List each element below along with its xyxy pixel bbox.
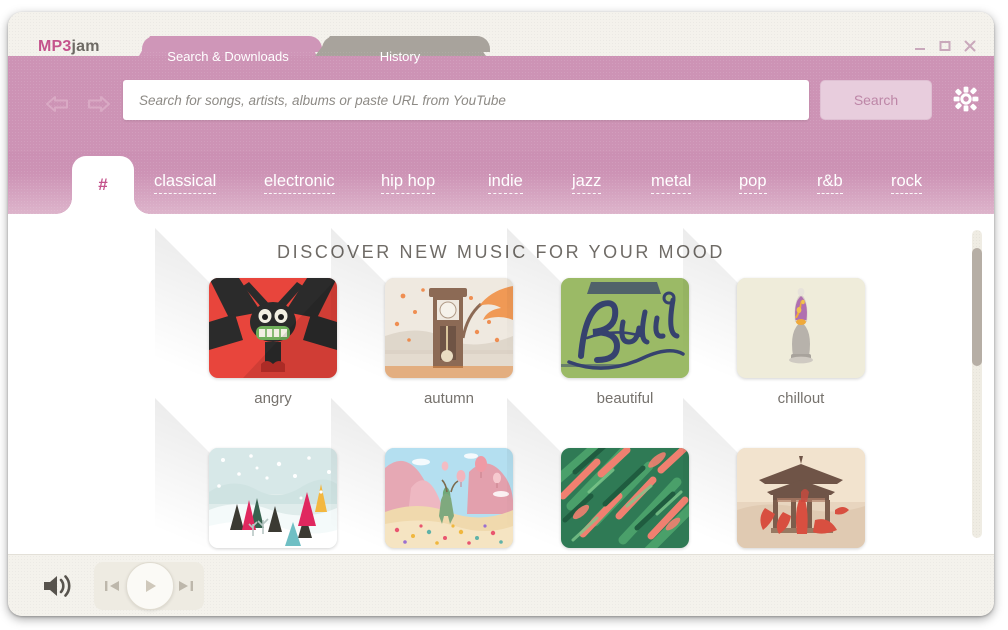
minimize-icon[interactable] xyxy=(914,40,926,52)
tab-search-and-downloads-label: Search & Downloads xyxy=(167,48,289,64)
mood-tile[interactable]: angry xyxy=(155,228,337,434)
app-logo: MP3jam xyxy=(38,38,100,56)
navigation-arrows xyxy=(44,94,112,114)
back-arrow-icon[interactable] xyxy=(44,94,70,114)
mood-tile-label: autumn xyxy=(423,390,475,407)
application-window: MP3jam Search & Downloads History Search… xyxy=(8,12,994,616)
genre-bar: # classical electronic hip hop indie jazz meta… xyxy=(8,152,994,214)
gear-icon[interactable] xyxy=(948,82,984,118)
angry-monster-art xyxy=(209,278,337,378)
beautiful-script-art xyxy=(561,278,689,378)
genre-tab-rock[interactable]: rock xyxy=(891,172,923,194)
logo-jam: jam xyxy=(71,38,100,55)
green-coral-leaves-art xyxy=(561,448,689,548)
genre-tab-hash[interactable]: # xyxy=(72,156,134,214)
mood-tile-label: angry xyxy=(254,390,292,407)
mood-tile[interactable]: energetic xyxy=(507,398,689,554)
mood-tile[interactable]: chillout xyxy=(683,228,865,434)
title-bar: MP3jam Search & Downloads History xyxy=(8,12,994,76)
page-title: DISCOVER NEW MUSIC FOR YOUR MOOD xyxy=(277,242,725,262)
mood-tile-label: chillout xyxy=(777,390,825,407)
tile-shadow xyxy=(507,398,563,554)
genre-tab-hash-label: # xyxy=(98,175,108,194)
chillout-lavalamp-art xyxy=(737,278,865,378)
genre-tab-pop[interactable]: pop xyxy=(739,172,767,194)
tab-history-label: History xyxy=(379,48,421,64)
logo-mp3: MP3 xyxy=(38,38,72,55)
genre-tab-classical[interactable]: classical xyxy=(154,172,217,194)
mood-tile[interactable]: autumn xyxy=(331,228,513,434)
tile-shadow xyxy=(155,398,211,554)
search-button[interactable]: Search xyxy=(820,80,932,120)
next-track-icon[interactable] xyxy=(174,576,196,596)
genre-tab-metal[interactable]: metal xyxy=(651,172,692,194)
search-input[interactable] xyxy=(123,80,809,120)
autumn-clock-art xyxy=(385,278,513,378)
volume-icon[interactable] xyxy=(41,571,75,601)
maximize-icon[interactable] xyxy=(939,40,951,52)
forward-arrow-icon[interactable] xyxy=(86,94,112,114)
mood-tile-label: beautiful xyxy=(596,390,654,407)
deer-balloons-art xyxy=(385,448,513,548)
player-bar xyxy=(8,554,994,616)
genre-tab-indie[interactable]: indie xyxy=(488,172,523,194)
mood-tile[interactable]: beautiful xyxy=(507,228,689,434)
mood-tile[interactable]: eastern xyxy=(683,398,865,554)
mood-tile[interactable]: christmas xyxy=(155,398,337,554)
tile-shadow xyxy=(331,398,387,554)
previous-track-icon[interactable] xyxy=(102,576,124,596)
genre-tab-hip-hop[interactable]: hip hop xyxy=(381,172,436,194)
tile-shadow xyxy=(683,398,739,554)
scrollbar-thumb[interactable] xyxy=(972,248,982,366)
content-area: DISCOVER NEW MUSIC FOR YOUR MOOD angry a… xyxy=(8,214,994,554)
snow-forest-art xyxy=(209,448,337,548)
genre-tab-electronic[interactable]: electronic xyxy=(264,172,335,194)
genre-tab-r-b[interactable]: r&b xyxy=(817,172,843,194)
window-controls xyxy=(914,40,976,52)
close-icon[interactable] xyxy=(964,40,976,52)
play-icon[interactable] xyxy=(126,562,174,610)
search-bar-area: Search xyxy=(8,56,994,152)
genre-tab-jazz[interactable]: jazz xyxy=(572,172,602,194)
genre-list: # classical electronic hip hop indie jazz meta… xyxy=(8,152,994,214)
mood-tile[interactable]: dreamy xyxy=(331,398,513,554)
pagoda-red-robes-art xyxy=(737,448,865,548)
